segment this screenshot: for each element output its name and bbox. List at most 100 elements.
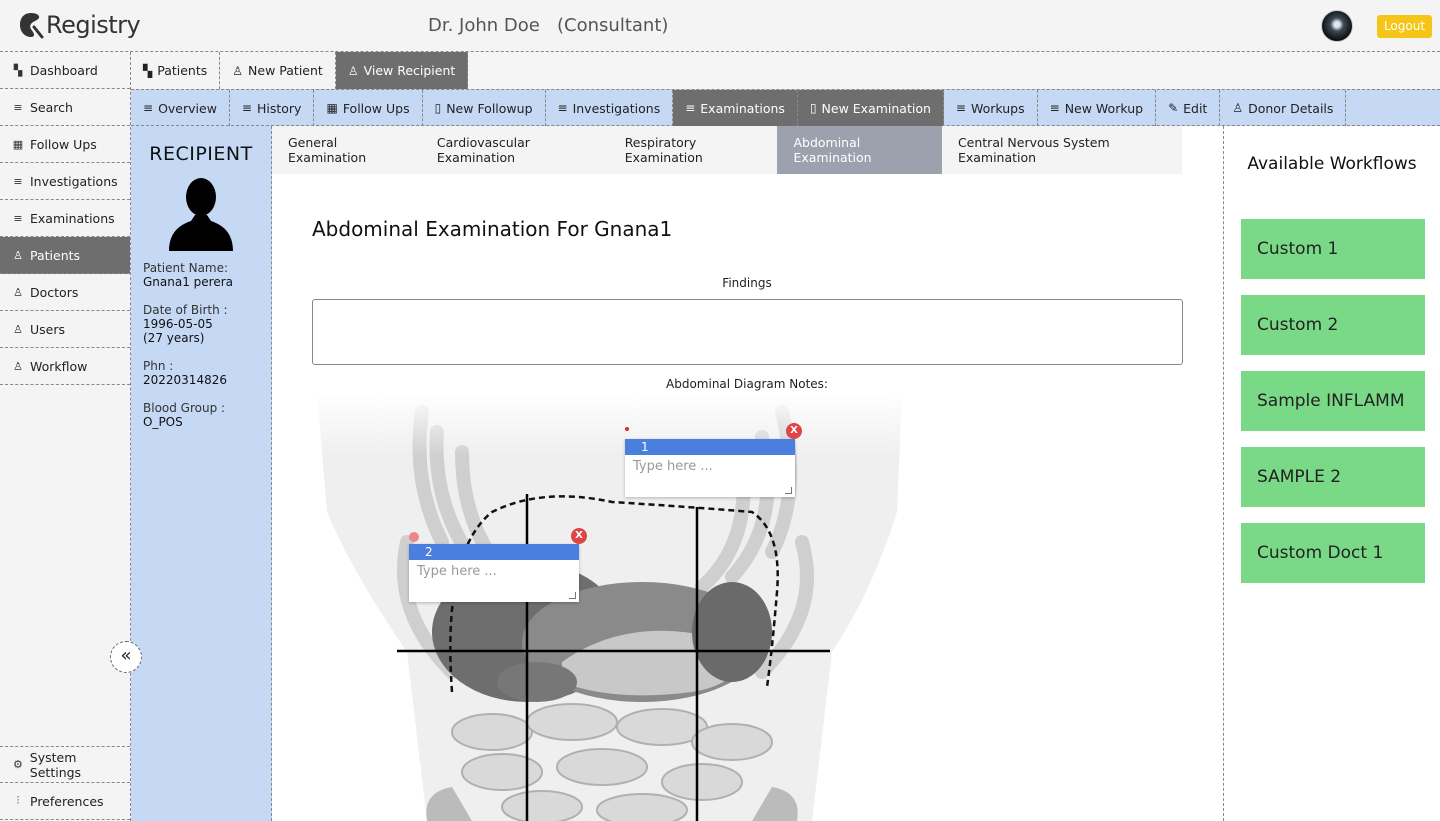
search-list-icon: ≡	[13, 174, 23, 188]
sidebar-item-label: Search	[30, 99, 73, 115]
recipient-subtabs: ≡ Overview ≡ History ▦ Follow Ups ▯ New Foll…	[131, 89, 1440, 126]
tab-cardiovascular-examination[interactable]: Cardiovascular Examination	[421, 126, 609, 174]
delete-note-button[interactable]: X	[786, 423, 802, 439]
user-avatar[interactable]	[1321, 10, 1353, 42]
sidebar-item-label: Dashboard	[30, 62, 98, 78]
search-list-icon: ≡	[955, 101, 966, 115]
sidebar-item-preferences[interactable]: ⫶ Preferences	[0, 783, 130, 820]
note-number: 2	[409, 544, 579, 560]
note-pin-2	[409, 532, 419, 542]
tab-investigations[interactable]: ≡ Investigations	[546, 90, 674, 126]
findings-textarea[interactable]	[312, 299, 1183, 365]
sidebar-item-label: Preferences	[30, 793, 104, 809]
tab-new-patient[interactable]: ♙ New Patient	[220, 52, 336, 89]
workflow-button[interactable]: Custom 1	[1241, 219, 1425, 279]
tab-label: New Patient	[248, 63, 323, 78]
person-icon: ♙	[13, 248, 23, 262]
person-icon: ♙	[1232, 101, 1244, 115]
exam-type-tabs: General Examination Cardiovascular Exami…	[272, 126, 1182, 174]
phn-value: 20220314826	[143, 373, 227, 387]
sidebar-item-dashboard[interactable]: ▚ Dashboard	[0, 52, 130, 89]
tab-follow-ups[interactable]: ▦ Follow Ups	[314, 90, 423, 126]
grid-icon: ▚	[13, 63, 23, 77]
sidebar-item-follow-ups[interactable]: ▦ Follow Ups	[0, 126, 130, 163]
pencil-icon: ✎	[1168, 101, 1179, 115]
page-title: Abdominal Examination For Gnana1	[312, 217, 673, 241]
workflows-panel: Available Workflows Custom 1 Custom 2 Sa…	[1223, 126, 1440, 821]
tab-view-recipient[interactable]: ♙ View Recipient	[335, 52, 469, 89]
search-list-icon: ≡	[557, 101, 568, 115]
note-input[interactable]: Type here ...	[625, 455, 795, 497]
dob-label: Date of Birth :	[143, 303, 228, 317]
app-logo[interactable]: Registry	[18, 11, 141, 39]
dob-value: 1996-05-05	[143, 317, 213, 331]
note-input[interactable]: Type here ...	[409, 560, 579, 602]
sidebar-item-label: Follow Ups	[30, 136, 97, 152]
tab-history[interactable]: ≡ History	[230, 90, 315, 126]
tab-donor-details[interactable]: ♙ Donor Details	[1220, 90, 1347, 126]
tab-label: Patients	[157, 63, 208, 78]
search-list-icon: ≡	[1049, 101, 1060, 115]
top-header: Registry Dr. John Doe (Consultant) Logou…	[0, 0, 1440, 52]
sidebar-item-doctors[interactable]: ♙ Doctors	[0, 274, 130, 311]
sidebar-item-patients[interactable]: ♙ Patients	[0, 237, 130, 274]
diagram-note-2[interactable]: 2 Type here ...	[409, 544, 579, 602]
tab-label: Overview	[158, 100, 217, 116]
person-icon: ♙	[13, 285, 23, 299]
tab-new-workup[interactable]: ≡ New Workup	[1038, 90, 1157, 126]
tab-respiratory-examination[interactable]: Respiratory Examination	[609, 126, 778, 174]
workflow-button[interactable]: Custom Doct 1	[1241, 523, 1425, 583]
tab-general-examination[interactable]: General Examination	[272, 126, 421, 174]
collapse-sidebar-button[interactable]: «	[110, 641, 142, 673]
sidebar-item-examinations[interactable]: ≡ Examinations	[0, 200, 130, 237]
note-pin-1	[625, 427, 629, 431]
blood-group-value: O_POS	[143, 415, 183, 429]
workflow-button[interactable]: Sample INFLAMM	[1241, 371, 1425, 431]
tab-cns-examination[interactable]: Central Nervous System Examination	[942, 126, 1182, 174]
tab-examinations[interactable]: ≡ Examinations	[673, 90, 798, 126]
findings-label: Findings	[722, 276, 772, 290]
sliders-icon: ⫶	[16, 794, 20, 807]
note-number: 1	[625, 439, 795, 455]
tab-abdominal-examination[interactable]: Abdominal Examination	[777, 126, 942, 174]
tab-label: New Followup	[446, 100, 533, 116]
sidebar-item-investigations[interactable]: ≡ Investigations	[0, 163, 130, 200]
logout-button[interactable]: Logout	[1377, 15, 1432, 38]
resize-handle-icon[interactable]	[569, 592, 576, 599]
phn-label: Phn :	[143, 359, 174, 373]
double-chevron-left-icon: «	[120, 645, 132, 666]
abdominal-diagram[interactable]	[312, 392, 912, 821]
sidebar-item-workflow[interactable]: ♙ Workflow	[0, 348, 130, 385]
recipient-heading: RECIPIENT	[149, 143, 253, 165]
examination-main: General Examination Cardiovascular Exami…	[272, 126, 1223, 821]
sidebar-item-users[interactable]: ♙ Users	[0, 311, 130, 348]
app-root: Registry Dr. John Doe (Consultant) Logou…	[0, 0, 1440, 821]
gear-icon: ⚙	[12, 758, 23, 771]
sidebar-item-label: Investigations	[30, 173, 118, 189]
workflow-button[interactable]: Custom 2	[1241, 295, 1425, 355]
delete-note-button[interactable]: X	[571, 528, 587, 544]
workflow-button[interactable]: SAMPLE 2	[1241, 447, 1425, 507]
tab-workups[interactable]: ≡ Workups	[944, 90, 1038, 126]
sidebar-item-search[interactable]: ≡ Search	[0, 89, 130, 126]
tab-overview[interactable]: ≡ Overview	[131, 90, 230, 126]
resize-handle-icon[interactable]	[785, 487, 792, 494]
tab-label: Edit	[1183, 100, 1208, 116]
tab-new-followup[interactable]: ▯ New Followup	[423, 90, 546, 126]
sidebar-item-label: Doctors	[30, 284, 79, 300]
sidebar-item-system-settings[interactable]: ⚙ System Settings	[0, 746, 130, 783]
sidebar-item-label: System Settings	[29, 749, 82, 780]
person-icon: ♙	[347, 63, 359, 78]
tab-edit[interactable]: ✎ Edit	[1156, 90, 1221, 126]
age-value: (27 years)	[143, 331, 205, 345]
file-icon: ▯	[809, 101, 817, 115]
tab-patients[interactable]: ▚ Patients	[131, 52, 221, 89]
diagram-note-1[interactable]: 1 Type here ...	[625, 439, 795, 497]
tab-label: Investigations	[572, 100, 661, 116]
sidebar-item-label: Examinations	[30, 210, 115, 226]
tab-label: Workups	[970, 100, 1025, 116]
person-icon: ♙	[13, 322, 23, 336]
tab-label: Donor Details	[1248, 100, 1334, 116]
tab-new-examination[interactable]: ▯ New Examination	[797, 90, 944, 126]
current-doctor: Dr. John Doe (Consultant)	[428, 15, 669, 36]
